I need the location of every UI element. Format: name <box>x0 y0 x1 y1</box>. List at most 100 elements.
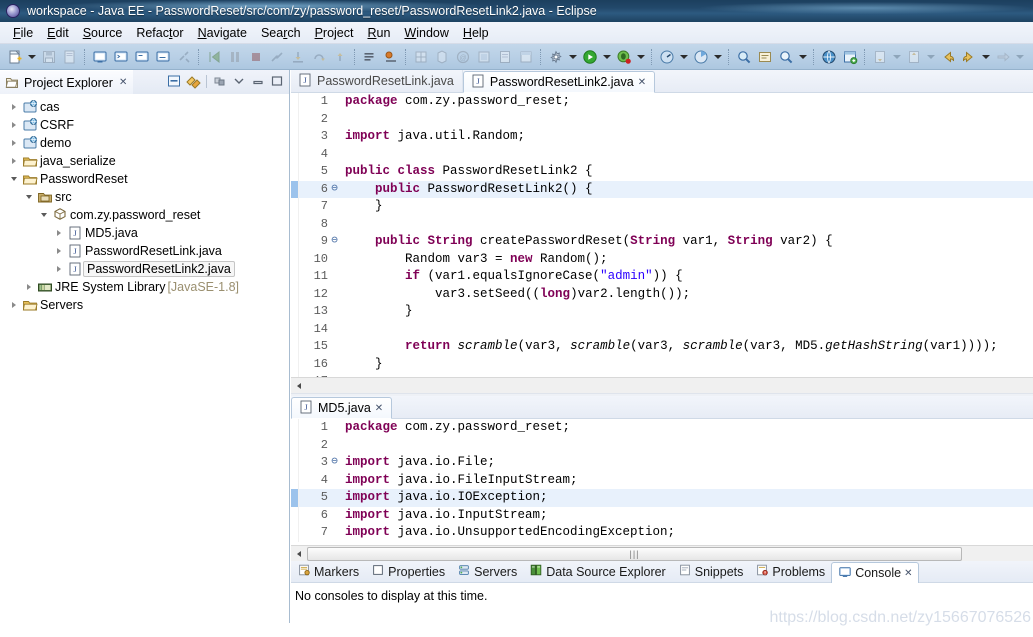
tree-item-servers[interactable]: Servers <box>0 296 289 314</box>
monitor-icon[interactable] <box>153 47 172 66</box>
profile-dropdown[interactable] <box>678 47 689 66</box>
tree-expand-arrow-icon[interactable] <box>6 140 21 146</box>
marker-column[interactable] <box>291 93 299 111</box>
profile-icon[interactable] <box>657 47 676 66</box>
code-line[interactable]: 4 <box>291 145 1033 163</box>
code-line[interactable]: 2 <box>291 436 1033 454</box>
tree-item-cas[interactable]: cas <box>0 98 289 116</box>
code-line[interactable]: 15 return scramble(var3, scramble(var3, … <box>291 338 1033 356</box>
collapse-all-icon[interactable] <box>166 73 182 89</box>
marker-column[interactable] <box>291 524 299 542</box>
tree-expand-arrow-icon[interactable] <box>51 230 66 236</box>
marker-column[interactable] <box>291 454 299 472</box>
display-view-icon[interactable] <box>132 47 151 66</box>
tree-item-java-serialize[interactable]: java_serialize <box>0 152 289 170</box>
menu-item-project[interactable]: Project <box>308 24 361 42</box>
tree-expand-arrow-icon[interactable] <box>51 248 66 254</box>
run-icon[interactable] <box>580 47 599 66</box>
coverage-icon[interactable] <box>691 47 710 66</box>
code-line[interactable]: 7 import java.io.UnsupportedEncodingExcep… <box>291 524 1033 542</box>
code-line[interactable]: 8 <box>291 215 1033 233</box>
tree-item-demo[interactable]: demo <box>0 134 289 152</box>
debug-dropdown[interactable] <box>635 47 646 66</box>
view-tab-console[interactable]: Console ✕ <box>831 562 920 583</box>
menu-item-source[interactable]: Source <box>76 24 130 42</box>
new-wizard-icon[interactable] <box>5 47 24 66</box>
marker-column[interactable] <box>291 303 299 321</box>
code-line[interactable]: 3 ⊖ import java.io.File; <box>291 454 1033 472</box>
run-dropdown[interactable] <box>601 47 612 66</box>
hscroll-thumb[interactable]: ||| <box>307 546 962 561</box>
marker-column[interactable] <box>291 180 299 198</box>
coverage-dropdown[interactable] <box>712 47 723 66</box>
skip-breakpoints-icon[interactable] <box>360 47 379 66</box>
view-tab-servers[interactable]: Servers <box>451 561 523 582</box>
tree-expand-arrow-icon[interactable] <box>6 302 21 308</box>
view-tab-markers[interactable]: Markers <box>291 561 365 582</box>
code-line[interactable]: 7 } <box>291 198 1033 216</box>
view-tab-data-source-explorer[interactable]: Data Source Explorer <box>523 561 672 582</box>
project-tree[interactable]: cas CSRF demo java_serialize PasswordReset sr… <box>0 94 289 314</box>
tree-item-passwordresetlink2-java[interactable]: J PasswordResetLink2.java <box>0 260 289 278</box>
code-line[interactable]: 6 ⊖ public PasswordResetLink2() { <box>291 180 1033 199</box>
marker-column[interactable] <box>291 506 299 524</box>
close-icon[interactable]: ✕ <box>375 403 383 414</box>
view-menu-icon[interactable] <box>212 73 228 89</box>
code-line[interactable]: 2 <box>291 110 1033 128</box>
code-line[interactable]: 10 Random var3 = new Random(); <box>291 250 1033 268</box>
tree-collapse-arrow-icon[interactable] <box>6 177 21 181</box>
search-dropdown[interactable] <box>797 47 808 66</box>
top-editor-hscrollbar[interactable] <box>291 377 1033 393</box>
tree-expand-arrow-icon[interactable] <box>21 284 36 290</box>
menu-item-file[interactable]: File <box>6 24 40 42</box>
marker-column[interactable] <box>291 320 299 338</box>
marker-column[interactable] <box>291 436 299 454</box>
tree-expand-arrow-icon[interactable] <box>6 158 21 164</box>
marker-column[interactable] <box>291 128 299 146</box>
marker-column[interactable] <box>291 145 299 163</box>
marker-column[interactable] <box>291 233 299 251</box>
marker-column[interactable] <box>291 110 299 128</box>
open-task-icon[interactable] <box>755 47 774 66</box>
editor-tab-passwordresetlink2-java[interactable]: J PasswordResetLink2.java ✕ <box>462 71 656 93</box>
marker-column[interactable] <box>291 419 299 437</box>
minimize-view-icon[interactable] <box>250 73 266 89</box>
debug-icon[interactable] <box>614 47 633 66</box>
external-tools-icon[interactable] <box>546 47 565 66</box>
fold-toggle-icon[interactable]: ⊖ <box>329 181 340 199</box>
show-view-icon[interactable] <box>840 47 859 66</box>
code-line[interactable]: 14 <box>291 320 1033 338</box>
open-perspective-icon[interactable] <box>819 47 838 66</box>
marker-column[interactable] <box>291 250 299 268</box>
search-icon[interactable] <box>776 47 795 66</box>
back-history-icon[interactable] <box>938 47 957 66</box>
terminal-icon[interactable] <box>111 47 130 66</box>
tree-item-csrf[interactable]: CSRF <box>0 116 289 134</box>
tree-expand-arrow-icon[interactable] <box>6 122 21 128</box>
code-line[interactable]: 16 } <box>291 355 1033 373</box>
tree-expand-arrow-icon[interactable] <box>51 266 66 272</box>
view-tab-problems[interactable]: Problems <box>749 561 831 582</box>
code-line[interactable]: 1 package com.zy.password_reset; <box>291 419 1033 437</box>
fold-toggle-icon[interactable]: ⊖ <box>329 233 340 251</box>
code-line[interactable]: 11 if (var1.equalsIgnoreCase("admin")) { <box>291 268 1033 286</box>
bottom-editor-code[interactable]: 1 package com.zy.password_reset; 2 3 ⊖ import… <box>291 419 1033 545</box>
tree-expand-arrow-icon[interactable] <box>6 104 21 110</box>
marker-column[interactable] <box>291 215 299 233</box>
tree-item-src[interactable]: src <box>0 188 289 206</box>
scroll-left-arrow-icon[interactable] <box>291 546 306 561</box>
code-line[interactable]: 1 package com.zy.password_reset; <box>291 93 1033 111</box>
code-line[interactable]: 4 import java.io.FileInputStream; <box>291 471 1033 489</box>
tree-collapse-arrow-icon[interactable] <box>21 195 36 199</box>
tree-item-jre-system-library[interactable]: JRE System Library [JavaSE-1.8] <box>0 278 289 296</box>
menu-item-edit[interactable]: Edit <box>40 24 76 42</box>
code-line[interactable]: 6 import java.io.InputStream; <box>291 506 1033 524</box>
scroll-left-arrow-icon[interactable] <box>291 378 306 393</box>
marker-column[interactable] <box>291 355 299 373</box>
external-tools-dropdown[interactable] <box>567 47 578 66</box>
code-line[interactable]: 13 } <box>291 303 1033 321</box>
tree-collapse-arrow-icon[interactable] <box>36 213 51 217</box>
top-editor-code[interactable]: 1 package com.zy.password_reset; 2 3 import … <box>291 93 1033 377</box>
close-icon[interactable]: ✕ <box>638 77 646 88</box>
menu-item-window[interactable]: Window <box>397 24 455 42</box>
